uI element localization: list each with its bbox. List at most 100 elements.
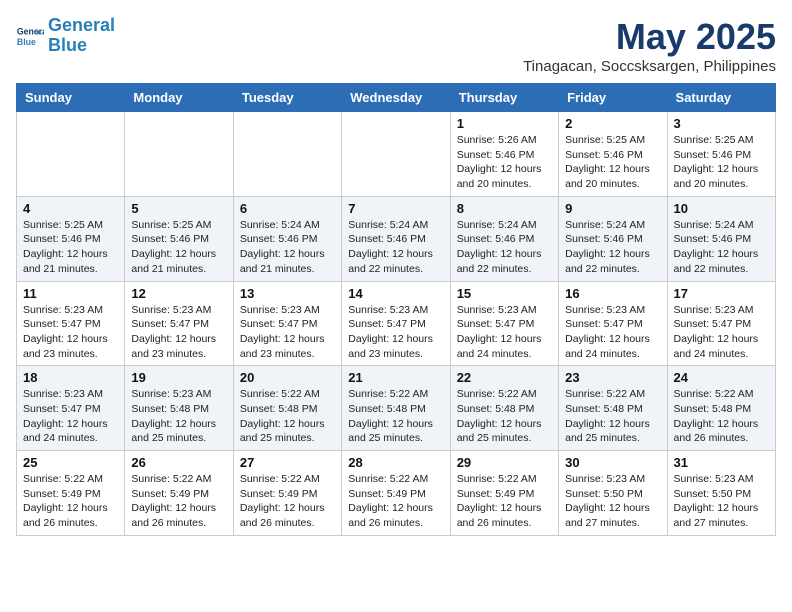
day-detail: Sunrise: 5:25 AM Sunset: 5:46 PM Dayligh… [674, 133, 769, 192]
logo-icon: General Blue [16, 22, 44, 50]
calendar-cell: 6 Sunrise: 5:24 AM Sunset: 5:46 PM Daylig… [233, 196, 341, 281]
calendar-cell: 10 Sunrise: 5:24 AM Sunset: 5:46 PM Dayli… [667, 196, 775, 281]
calendar-cell: 9 Sunrise: 5:24 AM Sunset: 5:46 PM Daylig… [559, 196, 667, 281]
day-number: 7 [348, 201, 443, 216]
calendar-cell: 14 Sunrise: 5:23 AM Sunset: 5:47 PM Dayli… [342, 281, 450, 366]
title-block: May 2025 Tinagacan, Soccsksargen, Philip… [523, 16, 776, 75]
calendar-week-row: 4 Sunrise: 5:25 AM Sunset: 5:46 PM Daylig… [17, 196, 776, 281]
day-number: 4 [23, 201, 118, 216]
day-detail: Sunrise: 5:24 AM Sunset: 5:46 PM Dayligh… [348, 218, 443, 277]
day-detail: Sunrise: 5:25 AM Sunset: 5:46 PM Dayligh… [23, 218, 118, 277]
day-detail: Sunrise: 5:23 AM Sunset: 5:47 PM Dayligh… [23, 387, 118, 446]
day-detail: Sunrise: 5:23 AM Sunset: 5:47 PM Dayligh… [674, 303, 769, 362]
logo-line1: General [48, 15, 115, 35]
calendar-cell: 17Sunrise: 5:23 AM Sunset: 5:47 PM Dayli… [667, 281, 775, 366]
weekday-header: Monday [125, 84, 233, 112]
day-number: 20 [240, 370, 335, 385]
day-number: 6 [240, 201, 335, 216]
calendar-week-row: 25 Sunrise: 5:22 AM Sunset: 5:49 PM Dayli… [17, 451, 776, 536]
logo: General Blue General Blue [16, 16, 115, 56]
day-number: 10 [674, 201, 769, 216]
calendar-cell [342, 112, 450, 197]
calendar-cell [17, 112, 125, 197]
calendar-cell: 5 Sunrise: 5:25 AM Sunset: 5:46 PM Daylig… [125, 196, 233, 281]
day-detail: Sunrise: 5:23 AM Sunset: 5:47 PM Dayligh… [457, 303, 552, 362]
day-detail: Sunrise: 5:22 AM Sunset: 5:48 PM Dayligh… [240, 387, 335, 446]
day-number: 8 [457, 201, 552, 216]
day-number: 16 [565, 286, 660, 301]
calendar-cell: 29 Sunrise: 5:22 AM Sunset: 5:49 PM Dayli… [450, 451, 558, 536]
day-detail: Sunrise: 5:25 AM Sunset: 5:46 PM Dayligh… [565, 133, 660, 192]
day-detail: Sunrise: 5:23 AM Sunset: 5:47 PM Dayligh… [240, 303, 335, 362]
calendar-week-row: 1 Sunrise: 5:26 AM Sunset: 5:46 PM Daylig… [17, 112, 776, 197]
day-number: 18 [23, 370, 118, 385]
day-number: 29 [457, 455, 552, 470]
calendar-cell: 23 Sunrise: 5:22 AM Sunset: 5:48 PM Dayli… [559, 366, 667, 451]
day-number: 15 [457, 286, 552, 301]
calendar-cell: 2 Sunrise: 5:25 AM Sunset: 5:46 PM Daylig… [559, 112, 667, 197]
calendar-cell: 7 Sunrise: 5:24 AM Sunset: 5:46 PM Daylig… [342, 196, 450, 281]
month-title: May 2025 [523, 16, 776, 58]
weekday-header: Saturday [667, 84, 775, 112]
logo-text: General Blue [48, 16, 115, 56]
day-number: 23 [565, 370, 660, 385]
day-detail: Sunrise: 5:25 AM Sunset: 5:46 PM Dayligh… [131, 218, 226, 277]
day-detail: Sunrise: 5:24 AM Sunset: 5:46 PM Dayligh… [565, 218, 660, 277]
calendar-cell: 12Sunrise: 5:23 AM Sunset: 5:47 PM Dayli… [125, 281, 233, 366]
weekday-header: Thursday [450, 84, 558, 112]
day-detail: Sunrise: 5:23 AM Sunset: 5:50 PM Dayligh… [674, 472, 769, 531]
day-number: 14 [348, 286, 443, 301]
day-number: 3 [674, 116, 769, 131]
calendar-cell: 19 Sunrise: 5:23 AM Sunset: 5:48 PM Dayli… [125, 366, 233, 451]
day-detail: Sunrise: 5:22 AM Sunset: 5:49 PM Dayligh… [131, 472, 226, 531]
weekday-header: Sunday [17, 84, 125, 112]
svg-text:Blue: Blue [17, 37, 36, 47]
day-detail: Sunrise: 5:22 AM Sunset: 5:49 PM Dayligh… [457, 472, 552, 531]
calendar-cell: 18 Sunrise: 5:23 AM Sunset: 5:47 PM Dayli… [17, 366, 125, 451]
day-number: 21 [348, 370, 443, 385]
day-detail: Sunrise: 5:23 AM Sunset: 5:50 PM Dayligh… [565, 472, 660, 531]
day-detail: Sunrise: 5:24 AM Sunset: 5:46 PM Dayligh… [674, 218, 769, 277]
day-detail: Sunrise: 5:23 AM Sunset: 5:48 PM Dayligh… [131, 387, 226, 446]
day-detail: Sunrise: 5:24 AM Sunset: 5:46 PM Dayligh… [240, 218, 335, 277]
day-number: 5 [131, 201, 226, 216]
day-number: 19 [131, 370, 226, 385]
calendar-cell [125, 112, 233, 197]
calendar-cell: 22Sunrise: 5:22 AM Sunset: 5:48 PM Dayli… [450, 366, 558, 451]
day-number: 30 [565, 455, 660, 470]
calendar-cell: 8Sunrise: 5:24 AM Sunset: 5:46 PM Daylig… [450, 196, 558, 281]
day-detail: Sunrise: 5:23 AM Sunset: 5:47 PM Dayligh… [131, 303, 226, 362]
calendar-cell: 13 Sunrise: 5:23 AM Sunset: 5:47 PM Dayli… [233, 281, 341, 366]
day-number: 31 [674, 455, 769, 470]
day-number: 13 [240, 286, 335, 301]
calendar-cell: 15 Sunrise: 5:23 AM Sunset: 5:47 PM Dayli… [450, 281, 558, 366]
calendar-cell: 24 Sunrise: 5:22 AM Sunset: 5:48 PM Dayli… [667, 366, 775, 451]
day-number: 11 [23, 286, 118, 301]
calendar-cell: 30 Sunrise: 5:23 AM Sunset: 5:50 PM Dayli… [559, 451, 667, 536]
day-number: 1 [457, 116, 552, 131]
day-number: 27 [240, 455, 335, 470]
svg-text:General: General [17, 26, 44, 36]
day-number: 2 [565, 116, 660, 131]
day-number: 28 [348, 455, 443, 470]
day-number: 25 [23, 455, 118, 470]
calendar-week-row: 11 Sunrise: 5:23 AM Sunset: 5:47 PM Dayli… [17, 281, 776, 366]
weekday-header: Wednesday [342, 84, 450, 112]
calendar-cell: 28Sunrise: 5:22 AM Sunset: 5:49 PM Dayli… [342, 451, 450, 536]
day-detail: Sunrise: 5:23 AM Sunset: 5:47 PM Dayligh… [348, 303, 443, 362]
calendar-cell: 26Sunrise: 5:22 AM Sunset: 5:49 PM Dayli… [125, 451, 233, 536]
page-header: General Blue General Blue May 2025 Tinag… [16, 16, 776, 75]
calendar-cell: 1 Sunrise: 5:26 AM Sunset: 5:46 PM Daylig… [450, 112, 558, 197]
day-detail: Sunrise: 5:22 AM Sunset: 5:48 PM Dayligh… [565, 387, 660, 446]
calendar-cell: 4 Sunrise: 5:25 AM Sunset: 5:46 PM Daylig… [17, 196, 125, 281]
day-detail: Sunrise: 5:22 AM Sunset: 5:48 PM Dayligh… [457, 387, 552, 446]
day-number: 9 [565, 201, 660, 216]
day-detail: Sunrise: 5:26 AM Sunset: 5:46 PM Dayligh… [457, 133, 552, 192]
day-detail: Sunrise: 5:22 AM Sunset: 5:48 PM Dayligh… [674, 387, 769, 446]
day-detail: Sunrise: 5:22 AM Sunset: 5:49 PM Dayligh… [23, 472, 118, 531]
calendar-table: SundayMondayTuesdayWednesdayThursdayFrid… [16, 83, 776, 536]
day-detail: Sunrise: 5:23 AM Sunset: 5:47 PM Dayligh… [565, 303, 660, 362]
calendar-cell: 21Sunrise: 5:22 AM Sunset: 5:48 PM Dayli… [342, 366, 450, 451]
day-number: 24 [674, 370, 769, 385]
calendar-cell: 11Sunrise: 5:23 AM Sunset: 5:47 PM Dayli… [17, 281, 125, 366]
